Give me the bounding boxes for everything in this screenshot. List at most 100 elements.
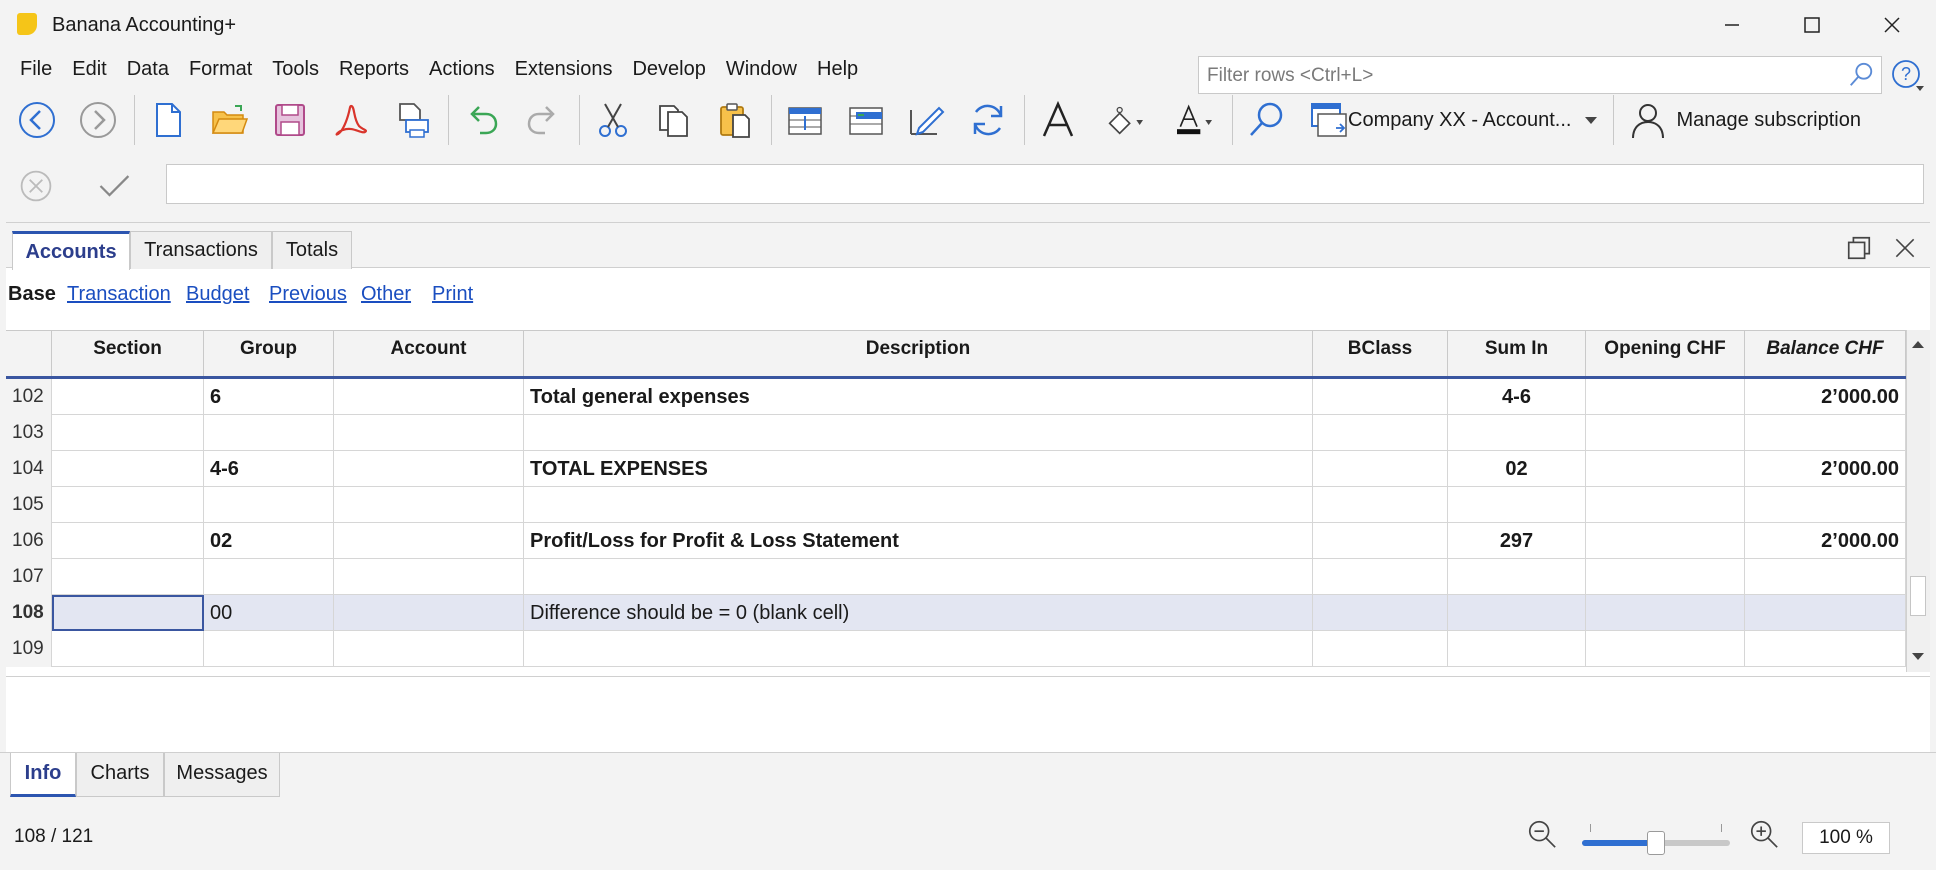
cell-bclass[interactable] — [1313, 595, 1448, 631]
cell-balance[interactable] — [1745, 595, 1906, 631]
forward-button[interactable] — [73, 95, 123, 145]
menu-tools[interactable]: Tools — [262, 50, 329, 88]
cell-account[interactable] — [334, 415, 524, 451]
detach-panel-button[interactable] — [1844, 233, 1874, 263]
column-header-description[interactable]: Description — [524, 331, 1313, 376]
cell-group[interactable] — [204, 559, 334, 595]
table-row[interactable]: 108 00 Difference should be = 0 (blank cel… — [6, 595, 1906, 631]
cell-sumin[interactable]: 297 — [1448, 523, 1586, 559]
cell-sumin[interactable] — [1448, 559, 1586, 595]
cell-description[interactable]: Difference should be = 0 (blank cell) — [524, 595, 1313, 631]
cell-section[interactable] — [52, 487, 204, 523]
column-header-sum-in[interactable]: Sum In — [1448, 331, 1586, 376]
cell-group[interactable] — [204, 415, 334, 451]
cell-sumin[interactable] — [1448, 631, 1586, 667]
zoom-slider-thumb[interactable] — [1647, 831, 1665, 855]
table-row[interactable]: 104 4-6 TOTAL EXPENSES 02 2’000.00 — [6, 451, 1906, 487]
zoom-in-button[interactable] — [1748, 818, 1782, 852]
cell-sumin[interactable] — [1448, 487, 1586, 523]
view-budget[interactable]: Budget — [186, 283, 249, 306]
menu-edit[interactable]: Edit — [62, 50, 116, 88]
font-button[interactable] — [1033, 95, 1083, 145]
column-header-bclass[interactable]: BClass — [1313, 331, 1448, 376]
copy-button[interactable] — [649, 95, 699, 145]
cell-group[interactable]: 4-6 — [204, 451, 334, 487]
filter-rows-input[interactable]: Filter rows <Ctrl+L> — [1198, 56, 1882, 94]
cell-section[interactable] — [52, 559, 204, 595]
manage-subscription-button[interactable]: Manage subscription — [1628, 95, 1861, 145]
table-row[interactable]: 103 — [6, 415, 1906, 451]
tab-accounts[interactable]: Accounts — [12, 231, 130, 270]
tab-totals[interactable]: Totals — [272, 231, 352, 269]
cell-section[interactable] — [52, 523, 204, 559]
cell-group[interactable] — [204, 631, 334, 667]
cell-opening[interactable] — [1586, 451, 1745, 487]
cell-balance[interactable] — [1745, 631, 1906, 667]
cell-section[interactable] — [52, 595, 204, 631]
confirm-edit-button[interactable] — [94, 166, 134, 206]
menu-extensions[interactable]: Extensions — [505, 50, 623, 88]
cell-sumin[interactable] — [1448, 595, 1586, 631]
cell-description[interactable] — [524, 631, 1313, 667]
cell-opening[interactable] — [1586, 415, 1745, 451]
menu-help[interactable]: Help — [807, 50, 868, 88]
menu-actions[interactable]: Actions — [419, 50, 505, 88]
menu-data[interactable]: Data — [117, 50, 179, 88]
table-row[interactable]: 102 6 Total general expenses 4-6 2’000.00 — [6, 379, 1906, 415]
recalculate-button[interactable] — [963, 95, 1013, 145]
close-panel-button[interactable] — [1890, 233, 1920, 263]
delete-row-button[interactable] — [841, 95, 891, 145]
fill-color-button[interactable] — [1094, 95, 1152, 145]
cell-bclass[interactable] — [1313, 631, 1448, 667]
cell-section[interactable] — [52, 451, 204, 487]
cell-group[interactable] — [204, 487, 334, 523]
cell-bclass[interactable] — [1313, 523, 1448, 559]
cell-group[interactable]: 02 — [204, 523, 334, 559]
search-button[interactable] — [1241, 95, 1291, 145]
zoom-slider[interactable] — [1582, 831, 1730, 855]
pdf-button[interactable] — [326, 95, 376, 145]
menu-file[interactable]: File — [10, 50, 62, 88]
view-previous[interactable]: Previous — [269, 283, 347, 306]
table-row[interactable]: 109 — [6, 631, 1906, 667]
cell-bclass[interactable] — [1313, 451, 1448, 487]
save-button[interactable] — [265, 95, 315, 145]
cell-opening[interactable] — [1586, 379, 1745, 415]
text-color-button[interactable] — [1163, 95, 1221, 145]
table-row[interactable]: 106 02 Profit/Loss for Profit & Loss State… — [6, 523, 1906, 559]
cell-account[interactable] — [334, 595, 524, 631]
cell-opening[interactable] — [1586, 487, 1745, 523]
vertical-scrollbar[interactable] — [1906, 330, 1930, 672]
help-button[interactable]: ? — [1890, 58, 1924, 92]
redo-button[interactable] — [518, 95, 568, 145]
cell-group[interactable]: 6 — [204, 379, 334, 415]
cell-account[interactable] — [334, 631, 524, 667]
tab-messages[interactable]: Messages — [164, 753, 280, 797]
menu-format[interactable]: Format — [179, 50, 262, 88]
open-file-button[interactable] — [204, 95, 254, 145]
cell-description[interactable]: Profit/Loss for Profit & Loss Statement — [524, 523, 1313, 559]
zoom-level-field[interactable]: 100 % — [1802, 822, 1890, 854]
view-transaction[interactable]: Transaction — [67, 283, 171, 306]
cell-bclass[interactable] — [1313, 379, 1448, 415]
column-header-section[interactable]: Section — [52, 331, 204, 376]
undo-button[interactable] — [457, 95, 507, 145]
cell-section[interactable] — [52, 415, 204, 451]
cell-sumin[interactable] — [1448, 415, 1586, 451]
print-button[interactable] — [387, 95, 437, 145]
menu-reports[interactable]: Reports — [329, 50, 419, 88]
menu-develop[interactable]: Develop — [622, 50, 715, 88]
view-base[interactable]: Base — [8, 283, 56, 306]
table-row[interactable]: 105 — [6, 487, 1906, 523]
edit-row-button[interactable] — [902, 95, 952, 145]
cell-balance[interactable] — [1745, 559, 1906, 595]
tab-charts[interactable]: Charts — [76, 753, 164, 797]
cell-account[interactable] — [334, 559, 524, 595]
cell-balance[interactable] — [1745, 415, 1906, 451]
cell-account[interactable] — [334, 523, 524, 559]
maximize-button[interactable] — [1772, 0, 1852, 50]
cell-bclass[interactable] — [1313, 415, 1448, 451]
cell-bclass[interactable] — [1313, 487, 1448, 523]
cell-opening[interactable] — [1586, 523, 1745, 559]
cell-group[interactable]: 00 — [204, 595, 334, 631]
